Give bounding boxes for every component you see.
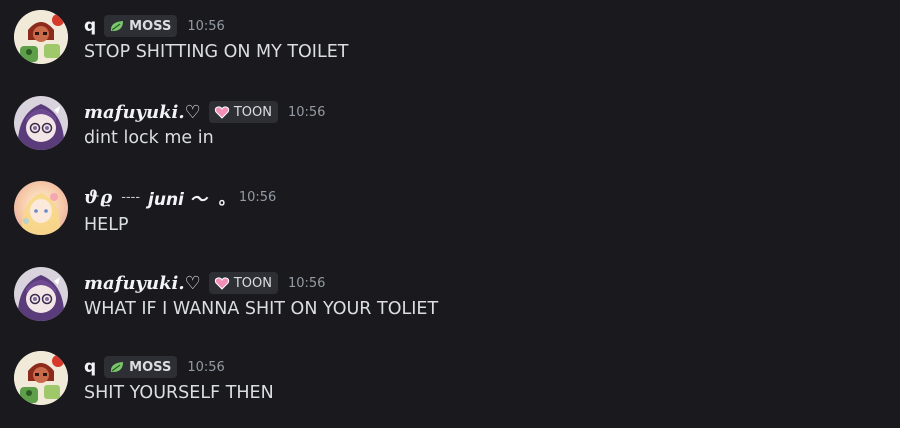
message-item: q MOSS 10:56 STOP SHITTING ON MY TOILET bbox=[0, 0, 900, 80]
timestamp[interactable]: 10:56 bbox=[288, 105, 325, 120]
avatar-image bbox=[14, 351, 68, 405]
message-header: mafuyuki.♡ TOON 10:56 bbox=[84, 100, 325, 124]
username[interactable]: q bbox=[84, 16, 96, 36]
guild-tag-label: TOON bbox=[233, 104, 272, 120]
guild-tag[interactable]: TOON bbox=[208, 101, 278, 123]
username-suffix: 。 bbox=[218, 189, 235, 208]
message-text: HELP bbox=[84, 215, 129, 235]
message-header: ϑϱ ---- juni ～ 。 10:56 bbox=[84, 185, 276, 210]
message-text: WHAT IF I WANNA SHIT ON YOUR TOLIET bbox=[84, 299, 439, 319]
message-text: SHIT YOURSELF THEN bbox=[84, 383, 274, 403]
avatar-image bbox=[14, 96, 68, 150]
message-item: q MOSS 10:56 SHIT YOURSELF THEN bbox=[0, 341, 900, 421]
avatar-image bbox=[14, 10, 68, 64]
timestamp[interactable]: 10:56 bbox=[187, 19, 224, 34]
avatar[interactable] bbox=[14, 267, 68, 321]
username-decoration: ---- bbox=[121, 189, 141, 205]
message-item: ϑϱ ---- juni ～ 。 10:56 HELP bbox=[0, 171, 900, 251]
guild-tag[interactable]: MOSS bbox=[104, 356, 178, 378]
message-text: dint lock me in bbox=[84, 128, 214, 148]
avatar-image bbox=[14, 181, 68, 235]
username[interactable]: mafuyuki.♡ bbox=[84, 273, 201, 294]
username[interactable]: juni ～ bbox=[148, 185, 207, 210]
avatar[interactable] bbox=[14, 96, 68, 150]
username[interactable]: q bbox=[84, 357, 96, 377]
heart-icon bbox=[214, 277, 229, 290]
message-header: q MOSS 10:56 bbox=[84, 355, 225, 379]
username[interactable]: mafuyuki.♡ bbox=[84, 102, 201, 123]
guild-tag-label: MOSS bbox=[129, 18, 172, 34]
message-text: STOP SHITTING ON MY TOILET bbox=[84, 42, 349, 62]
guild-tag-label: MOSS bbox=[129, 359, 172, 375]
avatar-image bbox=[14, 267, 68, 321]
avatar[interactable] bbox=[14, 10, 68, 64]
leaf-icon bbox=[111, 21, 124, 31]
heart-icon bbox=[214, 106, 229, 119]
username-prefix[interactable]: ϑϱ bbox=[84, 187, 113, 208]
timestamp[interactable]: 10:56 bbox=[187, 360, 224, 375]
timestamp[interactable]: 10:56 bbox=[239, 190, 276, 205]
message-item: mafuyuki.♡ TOON 10:56 dint lock me in bbox=[0, 86, 900, 166]
guild-tag-label: TOON bbox=[233, 275, 272, 291]
message-header: mafuyuki.♡ TOON 10:56 bbox=[84, 271, 325, 295]
guild-tag[interactable]: MOSS bbox=[104, 15, 178, 37]
avatar[interactable] bbox=[14, 181, 68, 235]
message-header: q MOSS 10:56 bbox=[84, 14, 225, 38]
timestamp[interactable]: 10:56 bbox=[288, 276, 325, 291]
avatar[interactable] bbox=[14, 351, 68, 405]
guild-tag[interactable]: TOON bbox=[208, 272, 278, 294]
message-item: mafuyuki.♡ TOON 10:56 WHAT IF I WANNA SH… bbox=[0, 257, 900, 337]
chat-log: q MOSS 10:56 STOP SHITTING ON MY TOILET bbox=[0, 0, 900, 428]
leaf-icon bbox=[111, 362, 124, 372]
